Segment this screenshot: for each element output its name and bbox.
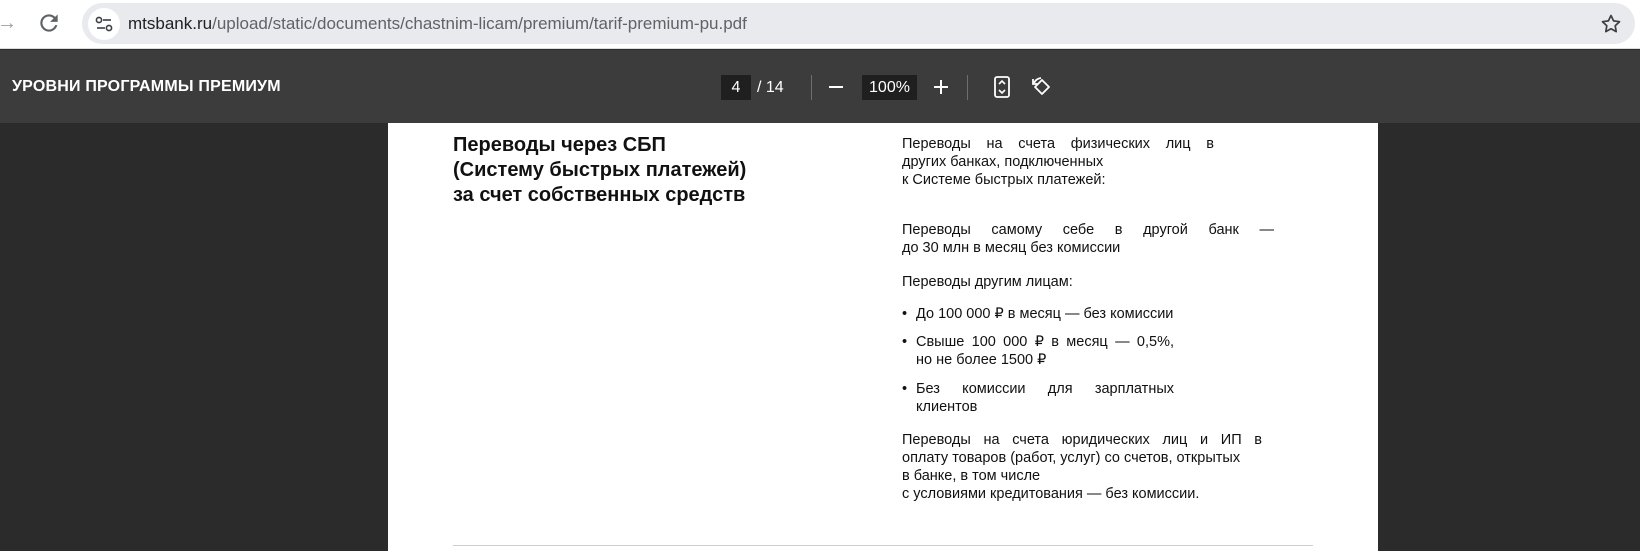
zoom-level-input[interactable]: 100%: [862, 75, 917, 100]
paragraph-sbp-individuals: Переводы на счета физических лиц в други…: [902, 135, 1214, 189]
text-line: Переводы на счета юридических лиц и ИП в: [902, 432, 1262, 448]
text-line: в банке, в том числе: [902, 468, 1041, 484]
text-line: Переводы на счета физических лиц в: [902, 136, 1214, 152]
list-item: Свыше 100 000 ₽ в месяц — 0,5%, но не бо…: [902, 333, 1174, 369]
pdf-toolbar: УРОВНИ ПРОГРАММЫ ПРЕМИУМ 4 / 14 100%: [0, 50, 1640, 123]
text-line: других банках, подключенных: [902, 154, 1104, 170]
text-line: Без комиссии для зарплатных: [916, 381, 1174, 397]
zoom-out-button[interactable]: [821, 72, 851, 102]
url-text[interactable]: mtsbank.ru/upload/static/documents/chast…: [128, 3, 747, 44]
address-bar[interactable]: mtsbank.ru/upload/static/documents/chast…: [82, 3, 1635, 44]
fit-page-icon: [994, 76, 1010, 98]
list-item: До 100 000 ₽ в месяц — без комиссии: [902, 305, 1174, 323]
horizontal-rule: [453, 545, 1313, 546]
text-line: но не более 1500 ₽: [916, 352, 1047, 368]
text-line: Переводы самому себе в другой банк —: [902, 222, 1274, 238]
heading-line: за счет собственных средств: [453, 184, 746, 206]
zoom-in-button[interactable]: [926, 72, 956, 102]
rotate-icon: [1032, 77, 1050, 95]
paragraph-other-persons: Переводы другим лицам:: [902, 274, 1073, 290]
page-number-input[interactable]: 4: [721, 75, 751, 100]
rotate-button[interactable]: [1027, 72, 1057, 102]
document-title: УРОВНИ ПРОГРАММЫ ПРЕМИУМ: [12, 78, 281, 95]
fit-page-button[interactable]: [987, 72, 1017, 102]
text-line: До 100 000 ₽ в месяц — без комиссии: [916, 306, 1174, 322]
page-total: / 14: [757, 79, 784, 96]
text-line: Свыше 100 000 ₽ в месяц — 0,5%,: [916, 334, 1174, 350]
site-info-tune-icon[interactable]: [88, 8, 120, 40]
text-line: оплату товаров (работ, услуг) со счетов,…: [902, 450, 1241, 466]
toolbar-divider: [811, 75, 812, 100]
text-line: к Системе быстрых платежей:: [902, 172, 1106, 188]
url-host: mtsbank.ru: [128, 14, 213, 33]
paragraph-legal-entities: Переводы на счета юридических лиц и ИП в…: [902, 431, 1262, 503]
toolbar-divider: [967, 75, 968, 100]
text-line: клиентов: [916, 399, 978, 415]
url-path: /upload/static/documents/chastnim-licam/…: [212, 14, 747, 33]
reload-icon[interactable]: [36, 10, 62, 36]
forward-arrow-icon[interactable]: →: [0, 10, 20, 36]
heading-line: (Систему быстрых платежей): [453, 159, 747, 181]
paragraph-self-transfers: Переводы самому себе в другой банк — до …: [902, 221, 1274, 257]
list-item: Без комиссии для зарплатных клиентов: [902, 380, 1174, 416]
plus-icon: [934, 80, 948, 94]
browser-toolbar: → mtsbank.ru/upload/static/documents/cha…: [0, 0, 1640, 49]
bookmark-star-icon[interactable]: [1599, 12, 1623, 36]
minus-icon: [829, 86, 843, 88]
pdf-page: Переводы через СБП (Систему быстрых плат…: [388, 123, 1378, 551]
section-heading: Переводы через СБП (Систему быстрых плат…: [453, 133, 793, 208]
pdf-viewer[interactable]: Переводы через СБП (Систему быстрых плат…: [0, 123, 1640, 551]
text-line: с условиями кредитования — без комиссии.: [902, 486, 1200, 502]
text-line: до 30 млн в месяц без комиссии: [902, 240, 1121, 256]
heading-line: Переводы через СБП: [453, 134, 666, 156]
